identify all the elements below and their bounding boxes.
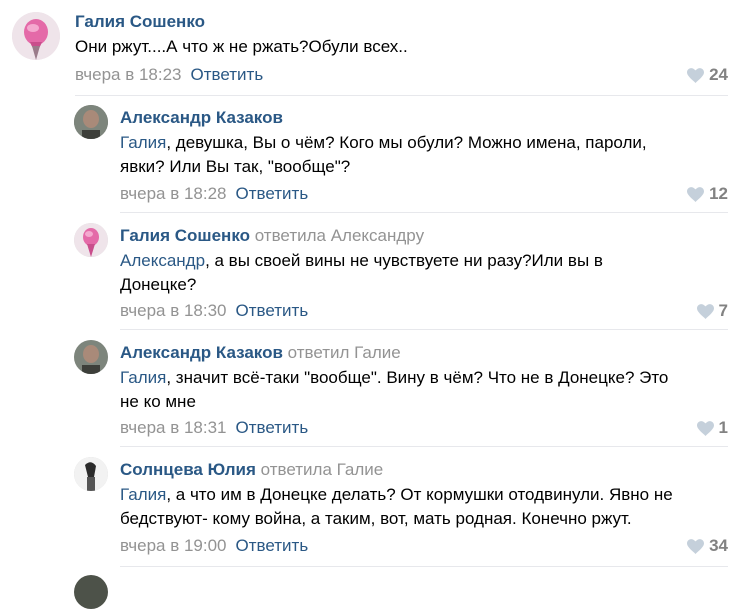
avatar[interactable] [12,12,60,60]
comment-text-line: бедствуют- кому война, а таким, вот, мат… [120,509,632,528]
like-count: 7 [718,301,728,320]
reply-to-label[interactable]: ответила Галие [261,460,384,479]
like-button[interactable]: 34 [687,536,728,556]
avatar[interactable] [74,105,108,139]
like-button[interactable]: 7 [696,301,728,321]
avatar[interactable] [74,223,108,257]
comment-author: Галия Сошенко ответила Александру [120,226,424,246]
avatar-image [74,223,108,257]
comment-text-fragment: , а вы своей вины не чувствуете ни разу?… [205,251,603,270]
comment-text-line: Галия, значит всё-таки "вообще". Вину в … [120,366,668,390]
author-name-link[interactable]: Галия Сошенко [75,12,205,31]
reply-button[interactable]: Ответить [191,65,264,84]
avatar[interactable] [74,457,108,491]
avatar-image [74,340,108,374]
divider [75,95,728,96]
comment-text-line: не ко мне [120,392,196,411]
comment-author: Александр Казаков [120,108,283,128]
comment-text: Они ржут....А что ж не ржать?Обули всех.… [75,35,408,59]
comment-time[interactable]: вчера в 18:28 [120,184,227,203]
reply-to-label[interactable]: ответила Александру [255,226,424,245]
like-button[interactable]: 1 [696,418,728,438]
comment-text-line: Галия, девушка, Вы о чём? Кого мы обули?… [120,131,647,155]
comment-author: Александр Казаков ответил Галие [120,343,401,363]
comment-meta: вчера в 18:23 Ответить [75,65,263,85]
heart-icon [696,420,714,436]
comment-time[interactable]: вчера в 18:31 [120,418,227,437]
divider [120,329,728,330]
reply-button[interactable]: Ответить [236,418,309,437]
like-count: 1 [718,418,728,437]
comment-text: Александр, а вы своей вины не чувствуете… [120,249,603,297]
comment-meta: вчера в 19:00 Ответить [120,536,308,556]
divider [120,566,728,567]
mention-link[interactable]: Галия [120,485,166,504]
heart-icon [687,67,705,83]
divider [120,212,728,213]
author-name-link[interactable]: Галия Сошенко [120,226,250,245]
comment-text-line: Они ржут....А что ж не ржать?Обули всех.… [75,37,408,56]
comment-meta: вчера в 18:28 Ответить [120,184,308,204]
reply-button[interactable]: Ответить [236,301,309,320]
comment-text: Галия, значит всё-таки "вообще". Вину в … [120,366,668,414]
like-button[interactable]: 12 [687,184,728,204]
avatar-image [74,105,108,139]
mention-link[interactable]: Галия [120,368,166,387]
comment-time[interactable]: вчера в 18:30 [120,301,227,320]
like-count: 24 [709,65,728,84]
comment-author: Галия Сошенко [75,12,205,32]
author-name-link[interactable]: Александр Казаков [120,343,283,362]
comment-text-fragment: , значит всё-таки "вообще". Вину в чём? … [166,368,669,387]
heart-icon [696,303,714,319]
avatar[interactable] [74,575,108,609]
heart-icon [687,186,705,202]
comment-meta: вчера в 18:30 Ответить [120,301,308,321]
reply-to-label[interactable]: ответил Галие [288,343,401,362]
comment-meta: вчера в 18:31 Ответить [120,418,308,438]
reply-button[interactable]: Ответить [236,184,309,203]
comment-text-line: Александр, а вы своей вины не чувствуете… [120,249,603,273]
avatar[interactable] [74,340,108,374]
author-name-link[interactable]: Солнцева Юлия [120,460,256,479]
comment-text-fragment: , девушка, Вы о чём? Кого мы обули? Можн… [166,133,647,152]
comment-text-line: Галия, а что им в Донецке делать? От кор… [120,483,673,507]
heart-icon [687,538,705,554]
comment-author: Солнцева Юлия ответила Галие [120,460,383,480]
mention-link[interactable]: Галия [120,133,166,152]
avatar-image [74,457,108,491]
author-name-link[interactable]: Александр Казаков [120,108,283,127]
comment-text-line: явки? Или Вы так, "вообще"? [120,157,351,176]
comment-time[interactable]: вчера в 18:23 [75,65,182,84]
like-count: 12 [709,184,728,203]
like-count: 34 [709,536,728,555]
comment-text: Галия, девушка, Вы о чём? Кого мы обули?… [120,131,647,179]
avatar-image [12,12,60,60]
comment-time[interactable]: вчера в 19:00 [120,536,227,555]
comment-text-line: Донецке? [120,275,197,294]
comment-text: Галия, а что им в Донецке делать? От кор… [120,483,673,531]
comment-text-fragment: , а что им в Донецке делать? От кормушки… [166,485,673,504]
like-button[interactable]: 24 [687,65,728,85]
mention-link[interactable]: Александр [120,251,205,270]
reply-button[interactable]: Ответить [236,536,309,555]
divider [120,446,728,447]
